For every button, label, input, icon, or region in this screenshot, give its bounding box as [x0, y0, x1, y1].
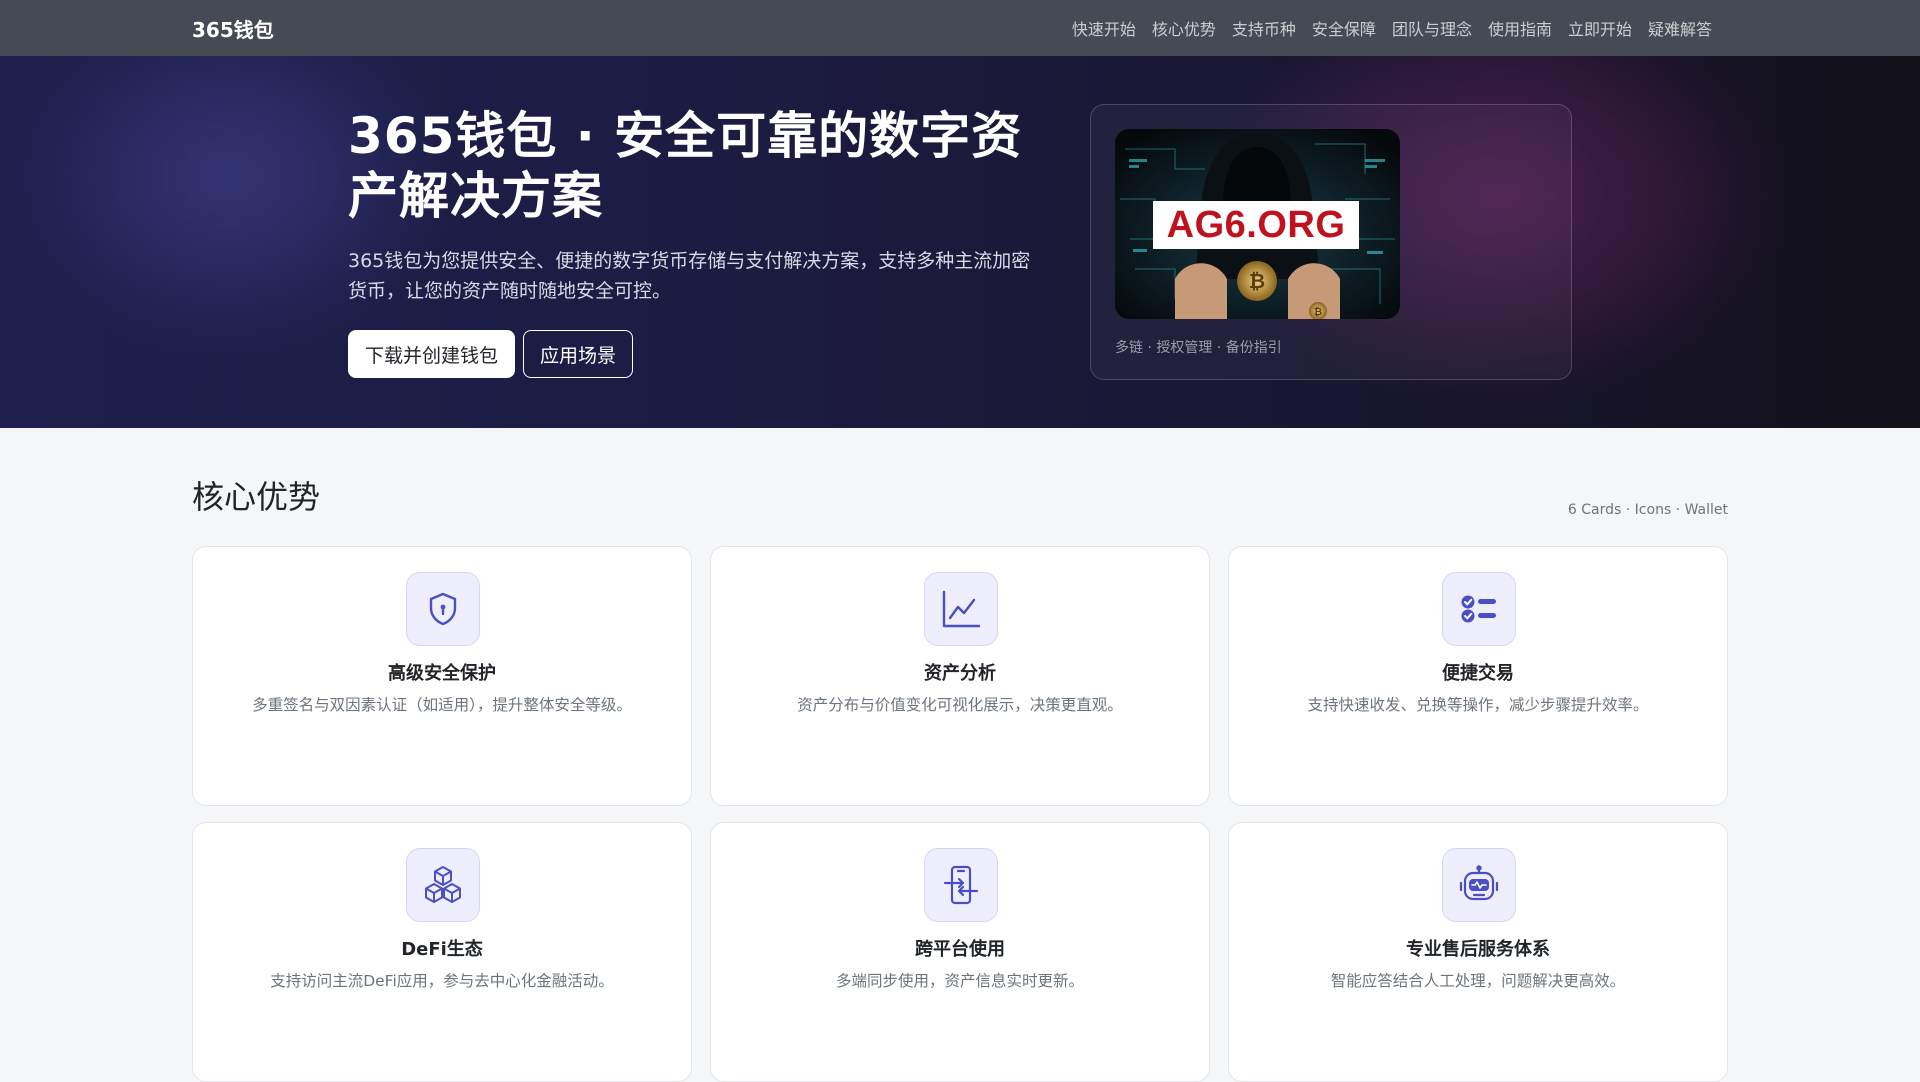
svg-text:₿: ₿	[1314, 306, 1322, 318]
feature-desc: 资产分布与价值变化可视化展示，决策更直观。	[797, 696, 1123, 714]
feature-desc: 支持访问主流DeFi应用，参与去中心化金融活动。	[270, 972, 614, 990]
nav-link-quick-start[interactable]: 快速开始	[1064, 16, 1144, 40]
feature-card-support: 专业售后服务体系 智能应答结合人工处理，问题解决更高效。	[1228, 822, 1728, 1082]
feature-title: 专业售后服务体系	[1406, 939, 1550, 960]
feature-card-trading: 便捷交易 支持快速收发、兑换等操作，减少步骤提升效率。	[1228, 546, 1728, 806]
feature-title: 跨平台使用	[915, 939, 1005, 960]
nav-link-supported-coins[interactable]: 支持币种	[1224, 16, 1304, 40]
hero-image: ₿ ₿ AG6.ORG	[1115, 129, 1400, 319]
feature-title: 便捷交易	[1442, 663, 1514, 684]
line-chart-icon	[924, 572, 998, 646]
nav-link-team[interactable]: 团队与理念	[1384, 16, 1480, 40]
nav-link-faq[interactable]: 疑难解答	[1640, 16, 1720, 40]
hero-section: 365钱包 · 安全可靠的数字资产解决方案 365钱包为您提供安全、便捷的数字货…	[0, 56, 1920, 428]
feature-desc: 多端同步使用，资产信息实时更新。	[835, 972, 1084, 990]
hero-subtitle: 365钱包为您提供安全、便捷的数字货币存储与支付解决方案，支持多种主流加密货币，…	[348, 250, 1031, 302]
hero-card: ₿ ₿ AG6.ORG 多链 · 授权管理 · 备份指引	[1090, 104, 1572, 380]
hero-title: 365钱包 · 安全可靠的数字资产解决方案	[348, 107, 1023, 225]
svg-text:₿: ₿	[1249, 269, 1265, 293]
feature-desc: 智能应答结合人工处理，问题解决更高效。	[1330, 972, 1626, 990]
feature-title: 资产分析	[924, 663, 996, 684]
use-cases-button[interactable]: 应用场景	[523, 330, 634, 378]
hero-caption: 多链 · 授权管理 · 备份指引	[1115, 340, 1282, 356]
feature-card-analytics: 资产分析 资产分布与价值变化可视化展示，决策更直观。	[710, 546, 1210, 806]
hero-text: 365钱包 · 安全可靠的数字资产解决方案 365钱包为您提供安全、便捷的数字货…	[348, 106, 1038, 378]
nav-links: 快速开始 核心优势 支持币种 安全保障 团队与理念 使用指南 立即开始 疑难解答	[1064, 0, 1720, 56]
robot-icon	[1442, 848, 1516, 922]
section-meta: 6 Cards · Icons · Wallet	[1567, 502, 1728, 518]
nav-link-core-advantages[interactable]: 核心优势	[1144, 16, 1224, 40]
nav-link-security[interactable]: 安全保障	[1304, 16, 1384, 40]
boxes-icon	[406, 848, 480, 922]
navbar: 365钱包 快速开始 核心优势 支持币种 安全保障 团队与理念 使用指南 立即开…	[0, 0, 1920, 56]
feature-desc: 支持快速收发、兑换等操作，减少步骤提升效率。	[1307, 696, 1649, 714]
feature-card-security: 高级安全保护 多重签名与双因素认证（如适用），提升整体安全等级。	[192, 546, 692, 806]
image-watermark-label: AG6.ORG	[1153, 201, 1359, 249]
feature-card-defi: DeFi生态 支持访问主流DeFi应用，参与去中心化金融活动。	[192, 822, 692, 1082]
nav-link-guide[interactable]: 使用指南	[1480, 16, 1560, 40]
feature-card-cross-platform: 跨平台使用 多端同步使用，资产信息实时更新。	[710, 822, 1210, 1082]
checklist-icon	[1442, 572, 1516, 646]
nav-link-start-now[interactable]: 立即开始	[1560, 16, 1640, 40]
hero-buttons: 下载并创建钱包 应用场景	[348, 330, 1038, 378]
feature-title: 高级安全保护	[388, 663, 496, 684]
download-create-wallet-button[interactable]: 下载并创建钱包	[348, 330, 516, 378]
brand-logo[interactable]: 365钱包	[192, 0, 274, 56]
phone-sync-icon	[924, 848, 998, 922]
feature-desc: 多重签名与双因素认证（如适用），提升整体安全等级。	[252, 696, 632, 714]
section-title: 核心优势	[192, 478, 321, 516]
feature-title: DeFi生态	[401, 939, 483, 960]
shield-keyhole-icon	[406, 572, 480, 646]
